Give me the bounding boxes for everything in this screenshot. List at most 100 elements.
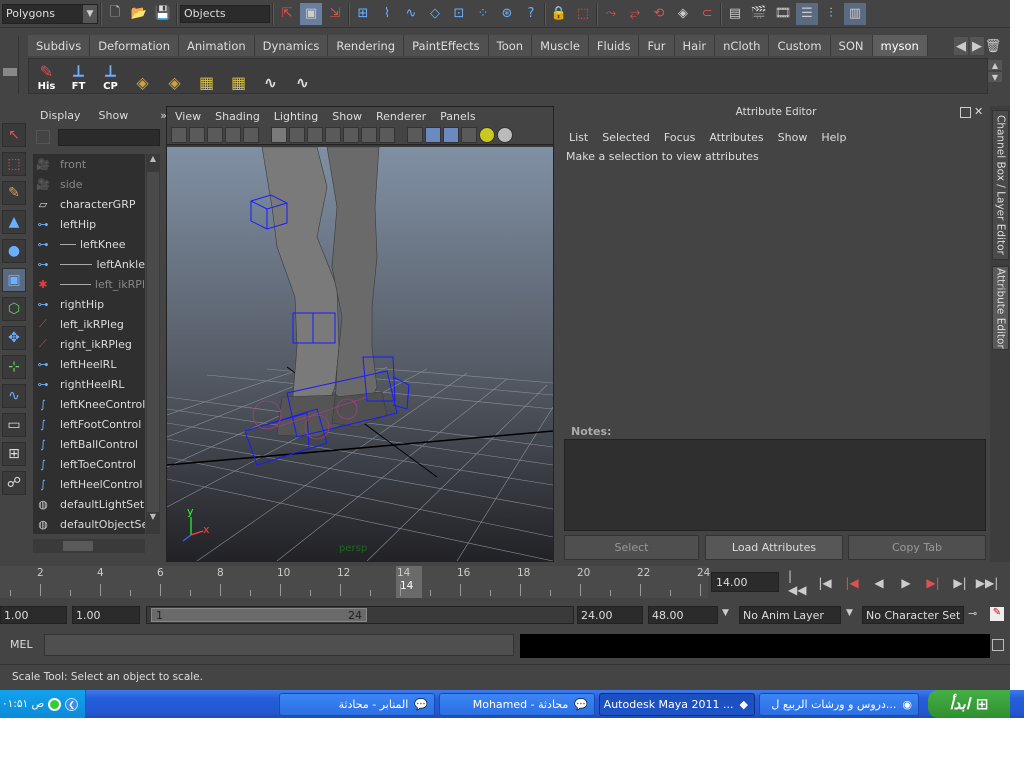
snap-live-icon[interactable]: ⊡ xyxy=(448,3,470,25)
layout-single-icon[interactable]: ▭ xyxy=(2,413,26,437)
new-scene-icon[interactable]: 🗋 xyxy=(104,3,126,25)
taskbar-item-3[interactable]: Autodesk Maya 2011 ... ◆ xyxy=(599,693,755,716)
command-language-label[interactable]: MEL xyxy=(10,638,33,651)
shelf-tab-son[interactable]: SON xyxy=(830,35,873,56)
close-icon[interactable]: ✕ xyxy=(974,106,986,118)
shelf-tab-fluids[interactable]: Fluids xyxy=(588,35,640,56)
key-icon[interactable]: ⊸ xyxy=(968,607,977,620)
menu-set-dropdown[interactable]: Polygons ▼ xyxy=(2,3,98,24)
attr-menu-selected[interactable]: Selected xyxy=(602,131,650,144)
soft-mod-icon[interactable]: ✥ xyxy=(2,326,26,350)
step-back-key-icon[interactable]: |◀ xyxy=(842,574,862,592)
magnet-icon[interactable]: ⊂ xyxy=(696,3,718,25)
attr-menu-list[interactable]: List xyxy=(569,131,588,144)
input-ops-icon[interactable]: ⤳ xyxy=(600,3,622,25)
attr-menu-focus[interactable]: Focus xyxy=(664,131,695,144)
anim-layer-field[interactable]: No Anim Layer xyxy=(739,606,841,624)
chevron-down-icon[interactable]: ▼ xyxy=(722,608,729,618)
chevron-down-icon[interactable]: ▼ xyxy=(146,512,160,524)
history-icon[interactable]: ✎ His xyxy=(33,60,60,92)
manipulator-tool-icon[interactable]: ⬡ xyxy=(2,297,26,321)
viewport-menu-view[interactable]: View xyxy=(175,110,201,123)
help-icon[interactable]: ? xyxy=(520,3,542,25)
viewport-menu-show[interactable]: Show xyxy=(332,110,362,123)
load-attributes-button[interactable]: Load Attributes xyxy=(705,535,843,560)
textured-icon[interactable] xyxy=(461,126,477,143)
go-to-start-icon[interactable]: |◀◀ xyxy=(788,569,808,597)
shelf-menu-handle[interactable] xyxy=(3,36,19,94)
chevron-left-icon[interactable]: ◀ xyxy=(954,37,968,55)
chevron-up-icon[interactable]: ▲ xyxy=(146,154,160,166)
viewport-menu-renderer[interactable]: Renderer xyxy=(376,110,426,123)
start-button[interactable]: ابدأ ⊞ xyxy=(928,690,1010,718)
select-object-icon[interactable]: ▣ xyxy=(300,2,322,25)
outliner-vertical-scrollbar[interactable]: ▲ ▼ xyxy=(146,154,160,534)
shelf-tab-animation[interactable]: Animation xyxy=(179,35,255,56)
outliner-search-input[interactable] xyxy=(58,129,160,146)
wireframe-on-shaded-icon[interactable] xyxy=(443,126,459,143)
safe-title-icon[interactable] xyxy=(379,126,395,143)
playback-start-field[interactable]: 1.00 xyxy=(72,606,140,624)
lock-icon[interactable]: 🔒 xyxy=(548,3,570,25)
construction-history-icon[interactable]: ◈ xyxy=(672,3,694,25)
outliner-item[interactable]: ◍ defaultLightSet xyxy=(33,494,145,514)
trash-icon[interactable]: 🗑 xyxy=(985,37,1002,55)
viewport-menu-lighting[interactable]: Lighting xyxy=(274,110,318,123)
play-backwards-icon[interactable]: ◀ xyxy=(869,574,889,592)
selection-mode-field[interactable]: Objects xyxy=(180,4,270,23)
select-component-icon[interactable]: ⇲ xyxy=(324,3,346,25)
safe-action-icon[interactable] xyxy=(361,126,377,143)
shelf-tab-subdivs[interactable]: Subdivs xyxy=(28,35,91,56)
wireframe-icon[interactable] xyxy=(407,126,423,143)
two-d-pan-icon[interactable] xyxy=(225,126,241,143)
paint-select-icon[interactable]: ✎ xyxy=(2,181,26,205)
character-set-field[interactable]: No Character Set xyxy=(862,606,964,624)
outliner-item[interactable]: ▱ characterGRP xyxy=(33,194,145,214)
outliner-item[interactable]: ⊶ leftHip xyxy=(33,214,145,234)
last-tool-icon[interactable]: ∿ xyxy=(2,384,26,408)
scrollbar-thumb[interactable] xyxy=(63,541,93,551)
range-slider-track[interactable]: 1 24 xyxy=(146,606,574,624)
chevron-right-icon[interactable]: ▶ xyxy=(970,37,984,55)
lasso-tool-icon[interactable]: ⬚ xyxy=(2,152,26,176)
shelf-tab-painteffects[interactable]: PaintEffects xyxy=(404,35,489,56)
step-back-icon[interactable]: |◀ xyxy=(815,574,835,592)
command-input[interactable] xyxy=(44,634,514,656)
snap-point-icon[interactable]: ∿ xyxy=(400,3,422,25)
attr-menu-help[interactable]: Help xyxy=(821,131,846,144)
render-current-icon[interactable]: 🎬 xyxy=(748,3,770,25)
shelf-tab-muscle[interactable]: Muscle xyxy=(532,35,589,56)
outliner-menu-show[interactable]: Show xyxy=(99,109,129,122)
rotate-tool-icon[interactable]: ● xyxy=(2,239,26,263)
tray-expand-icon[interactable]: ❮ xyxy=(65,697,79,711)
filter-icon[interactable] xyxy=(36,130,50,144)
layout-quad-icon[interactable]: ⊞ xyxy=(2,442,26,466)
outliner-item[interactable]: ✱ left_ikRPl xyxy=(33,274,145,294)
snap-magnet-icon[interactable]: ⊛ xyxy=(496,3,518,25)
outliner-item[interactable]: ∫ leftToeControl xyxy=(33,454,145,474)
render-view-icon[interactable]: ▤ xyxy=(724,3,746,25)
tray-app-icon[interactable] xyxy=(48,697,62,711)
chevron-down-icon[interactable]: ▼ xyxy=(846,608,853,618)
float-panel-icon[interactable] xyxy=(960,107,971,118)
shelf-tab-toon[interactable]: Toon xyxy=(488,35,533,56)
scale-tool-icon[interactable]: ▣ xyxy=(2,268,26,292)
viewport-scene[interactable]: y x persp xyxy=(167,147,553,561)
select-button[interactable]: Select xyxy=(564,535,699,560)
step-forward-icon[interactable]: ▶| xyxy=(950,574,970,592)
snap-curve-icon[interactable]: ⌇ xyxy=(376,3,398,25)
center-pivot-icon[interactable]: ⟂ CP xyxy=(97,60,124,92)
ipr-render-icon[interactable]: 🎞 xyxy=(772,3,794,25)
copy-tab-button[interactable]: Copy Tab xyxy=(848,535,986,560)
taskbar-item-4[interactable]: دروس و ورشات الربيع ل... ◉ xyxy=(759,693,919,716)
snap-surface-icon[interactable]: ⁘ xyxy=(472,3,494,25)
outliner-horizontal-scrollbar[interactable] xyxy=(33,539,145,553)
outliner-item[interactable]: ⟋ left_ikRPleg xyxy=(33,314,145,334)
shelf-tab-custom[interactable]: Custom xyxy=(769,35,831,56)
shelf-tool-8-icon[interactable]: ∿ xyxy=(257,60,284,92)
attr-menu-show[interactable]: Show xyxy=(778,131,808,144)
shelf-tab-dynamics[interactable]: Dynamics xyxy=(254,35,329,56)
outliner-menu-display[interactable]: Display xyxy=(40,109,81,122)
move-tool-icon[interactable]: ▲ xyxy=(2,210,26,234)
shelf-tab-ncloth[interactable]: nCloth xyxy=(715,35,770,56)
